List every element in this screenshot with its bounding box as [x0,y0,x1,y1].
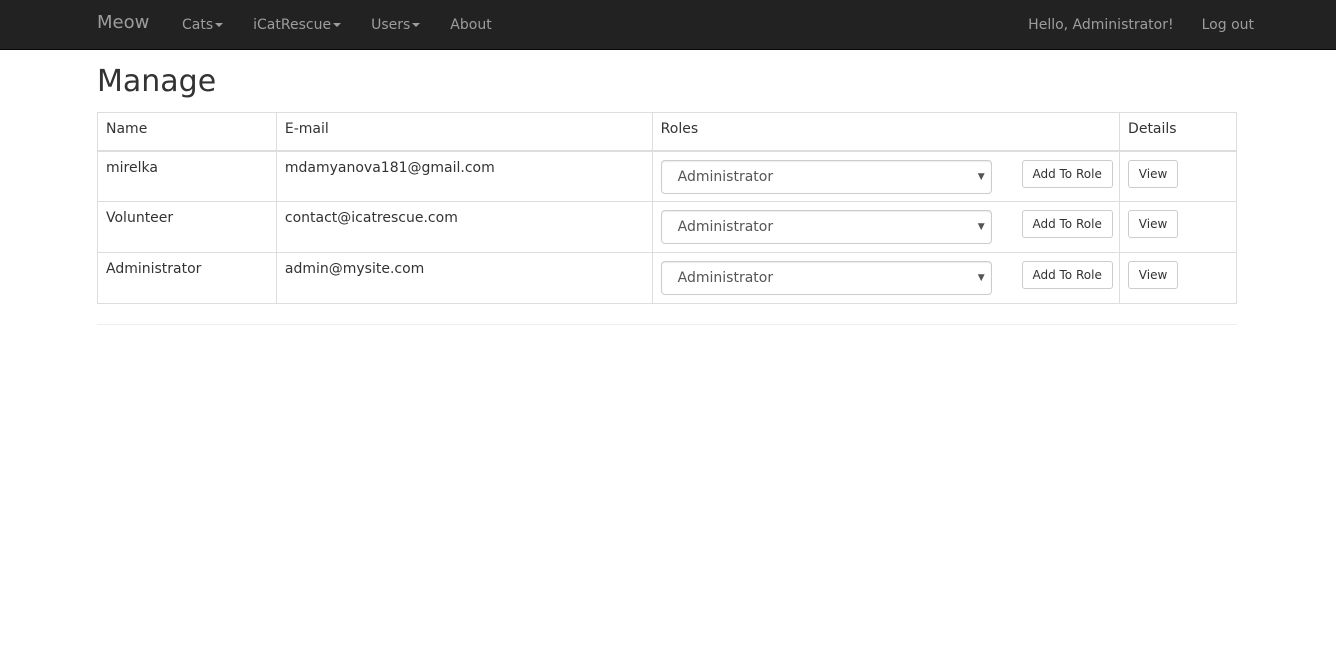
header-email: E-mail [275,112,653,152]
caret-down-icon [333,23,342,27]
account-menu: Hello, Administrator! Log out [1028,0,1254,50]
header-details: Details [1119,112,1237,152]
view-button[interactable]: View [1128,261,1179,289]
brand-link[interactable]: Meow [97,12,149,34]
add-to-role-button[interactable]: Add To Role [1021,210,1113,238]
table-header-row: Name E-mail Roles Details [97,112,1237,152]
view-button[interactable]: View [1128,159,1179,188]
nav-cats-label: Cats [182,17,214,33]
user-email: contact@icatrescue.com [275,201,653,253]
user-email: admin@mysite.com [275,252,653,304]
nav-users-label: Users [371,17,411,33]
caret-down-icon [412,23,421,27]
nav-icatrescue-label: iCatRescue [253,17,332,33]
details-cell: View [1119,150,1237,202]
role-select-value: Administrator [677,219,774,235]
top-navbar: Meow Cats iCatRescue Users About Hello, … [0,0,1336,50]
details-cell: View [1119,252,1237,304]
main-menu: Cats iCatRescue Users About [182,0,492,50]
page-title: Manage [97,64,217,99]
chevron-down-icon: ▼ [977,222,985,232]
header-name: Name [97,112,277,152]
user-name: Administrator [97,252,277,304]
nav-icatrescue-dropdown[interactable]: iCatRescue [253,15,342,35]
users-table: Name E-mail Roles Details mirelka mdamya… [97,112,1237,304]
chevron-down-icon: ▼ [977,171,985,182]
table-row: Volunteer contact@icatrescue.com Adminis… [97,201,1237,253]
nav-users-dropdown[interactable]: Users [371,15,421,35]
role-select[interactable]: Administrator ▼ [660,210,992,244]
role-select[interactable]: Administrator ▼ [660,159,992,194]
role-select[interactable]: Administrator ▼ [660,261,992,295]
logout-link[interactable]: Log out [1202,15,1254,35]
add-to-role-button[interactable]: Add To Role [1021,159,1113,188]
roles-cell: Administrator ▼ Add To Role [651,150,1121,202]
add-to-role-button[interactable]: Add To Role [1021,261,1113,289]
table-row: Administrator admin@mysite.com Administr… [97,252,1237,304]
view-button[interactable]: View [1128,210,1179,238]
nav-about-link[interactable]: About [450,15,491,35]
details-cell: View [1119,201,1237,253]
role-select-value: Administrator [677,270,774,286]
user-name: Volunteer [97,201,277,253]
chevron-down-icon: ▼ [977,273,985,283]
user-greeting-link[interactable]: Hello, Administrator! [1028,15,1173,35]
roles-cell: Administrator ▼ Add To Role [651,252,1121,304]
role-select-value: Administrator [677,168,774,185]
header-roles: Roles [651,112,1121,152]
roles-cell: Administrator ▼ Add To Role [651,201,1121,253]
caret-down-icon [215,23,224,27]
user-email: mdamyanova181@gmail.com [275,150,653,202]
nav-cats-dropdown[interactable]: Cats [182,15,224,35]
user-name: mirelka [97,150,277,202]
table-row: mirelka mdamyanova181@gmail.com Administ… [97,150,1237,202]
content-divider [97,324,1237,325]
